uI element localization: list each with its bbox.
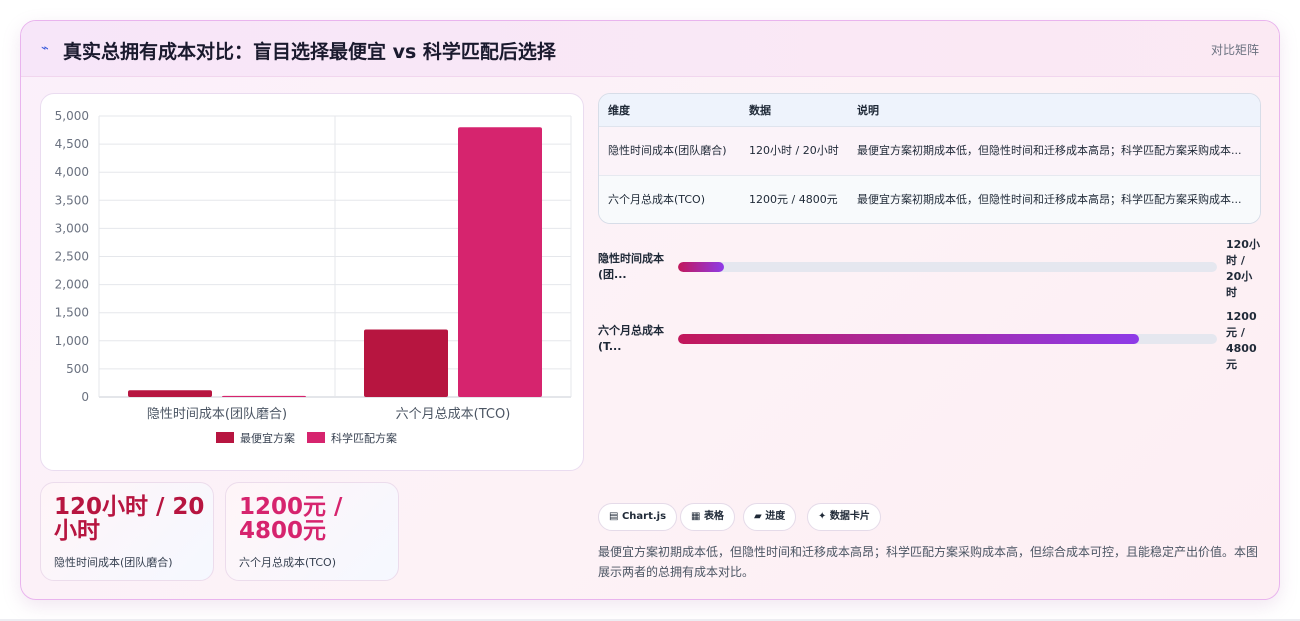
chip-progress[interactable]: ▰ 进度 <box>743 503 797 531</box>
y-tick-label: 1,500 <box>55 306 89 320</box>
table-cell: 1200元 / 4800元 <box>749 192 838 206</box>
x-tick-label: 隐性时间成本(团队磨合) <box>147 407 287 422</box>
legend-swatch <box>307 432 325 443</box>
bar <box>458 127 542 398</box>
y-tick-label: 3,000 <box>55 221 89 235</box>
bar <box>222 395 306 397</box>
y-tick-label: 2,000 <box>55 278 89 292</box>
y-tick-label: 4,500 <box>55 137 89 151</box>
progress-label: 隐性时间成本(团... <box>598 252 664 281</box>
progress-icon: ▰ <box>754 511 762 522</box>
chip-table[interactable]: ▦ 表格 <box>680 503 735 531</box>
table-cell: 最便宜方案初期成本低，但隐性时间和迁移成本高昂；科学匹配方案采购成本... <box>857 192 1242 206</box>
table-row: 隐性时间成本(团队磨合) 120小时 / 20小时 最便宜方案初期成本低，但隐性… <box>599 126 1260 176</box>
bar <box>128 390 212 397</box>
progress-track <box>678 334 1217 344</box>
x-tick-label: 六个月总成本(TCO) <box>396 407 511 422</box>
y-tick-label: 4,000 <box>55 165 89 179</box>
bar <box>364 329 448 397</box>
sparkle-icon: ✦ <box>818 511 827 522</box>
y-tick-label: 1,000 <box>55 334 89 348</box>
table-cell: 120小时 / 20小时 <box>740 126 848 176</box>
chip-chartjs[interactable]: ▤ Chart.js <box>598 503 678 531</box>
card-header: ⌁ 真实总拥有成本对比：盲目选择最便宜 vs 科学匹配后选择 对比矩阵 <box>21 21 1279 77</box>
comparison-card: ⌁ 真实总拥有成本对比：盲目选择最便宜 vs 科学匹配后选择 对比矩阵 0 500… <box>20 20 1280 600</box>
table-icon: ▦ <box>691 511 701 522</box>
data-table: 维度 数据 说明 隐性时间成本(团队磨合) 120小时 / 20小时 最便宜方案… <box>598 93 1261 224</box>
column-header: 数据 <box>740 94 848 127</box>
table-row: 六个月总成本(TCO) 1200元 / 4800元 最便宜方案初期成本低，但隐性… <box>599 175 1260 223</box>
legend-label: 科学匹配方案 <box>331 431 397 445</box>
y-tick-label: 2,500 <box>55 250 89 264</box>
stat-card-time: 120小时 / 20小时 隐性时间成本(团队磨合) <box>40 482 214 581</box>
page-title: 真实总拥有成本对比：盲目选择最便宜 vs 科学匹配后选择 <box>63 41 556 63</box>
stat-label: 隐性时间成本(团队磨合) <box>54 556 173 569</box>
progress-label: 六个月总成本(T... <box>598 324 664 353</box>
chip-label: 进度 <box>765 511 786 522</box>
stat-value: 1200元 / 4800元 <box>239 494 343 544</box>
chip-label: 表格 <box>703 511 724 522</box>
table-cell: 隐性时间成本(团队磨合) <box>599 126 740 176</box>
y-tick-label: 0 <box>81 390 89 404</box>
progress-fill <box>678 334 1139 344</box>
y-tick-label: 5,000 <box>55 109 89 123</box>
progress-value: 1200元 / 4800元 <box>1226 310 1257 371</box>
progress-track <box>678 262 1217 272</box>
summary-text: 最便宜方案初期成本低，但隐性时间和迁移成本高昂；科学匹配方案采购成本高，但综合成… <box>598 545 1259 579</box>
bar-chart-panel: 0 500 1,000 1,500 2,000 2,500 3,000 3,500 4,000 4… <box>40 93 584 471</box>
bar-chart: 0 500 1,000 1,500 2,000 2,500 3,000 3,500 4,000 4… <box>55 109 572 445</box>
column-header: 说明 <box>848 94 1260 127</box>
legend-swatch <box>216 432 234 443</box>
table-cell: 最便宜方案初期成本低，但隐性时间和迁移成本高昂；科学匹配方案采购成本... <box>848 126 1260 176</box>
stat-card-tco: 1200元 / 4800元 六个月总成本(TCO) <box>225 482 399 581</box>
y-tick-label: 3,500 <box>55 193 89 207</box>
stat-value: 120小时 / 20小时 <box>54 494 205 544</box>
table-cell: 六个月总成本(TCO) <box>608 192 705 206</box>
chip-label: 数据卡片 <box>829 511 870 522</box>
table-header-row: 维度 数据 说明 <box>599 94 1260 127</box>
chart-icon: ▤ <box>609 511 619 522</box>
progress-fill <box>678 262 724 272</box>
chip-data-card[interactable]: ✦ 数据卡片 <box>807 503 881 531</box>
progress-value: 120小时 / 20小时 <box>1226 238 1260 299</box>
chip-label: Chart.js <box>621 511 667 522</box>
legend-label: 最便宜方案 <box>240 431 295 445</box>
y-tick-label: 500 <box>66 362 89 376</box>
column-header: 维度 <box>599 94 740 127</box>
stat-label: 六个月总成本(TCO) <box>239 556 336 569</box>
lightning-icon: ⌁ <box>41 41 49 56</box>
comparison-matrix-link[interactable]: 对比矩阵 <box>1211 41 1259 58</box>
